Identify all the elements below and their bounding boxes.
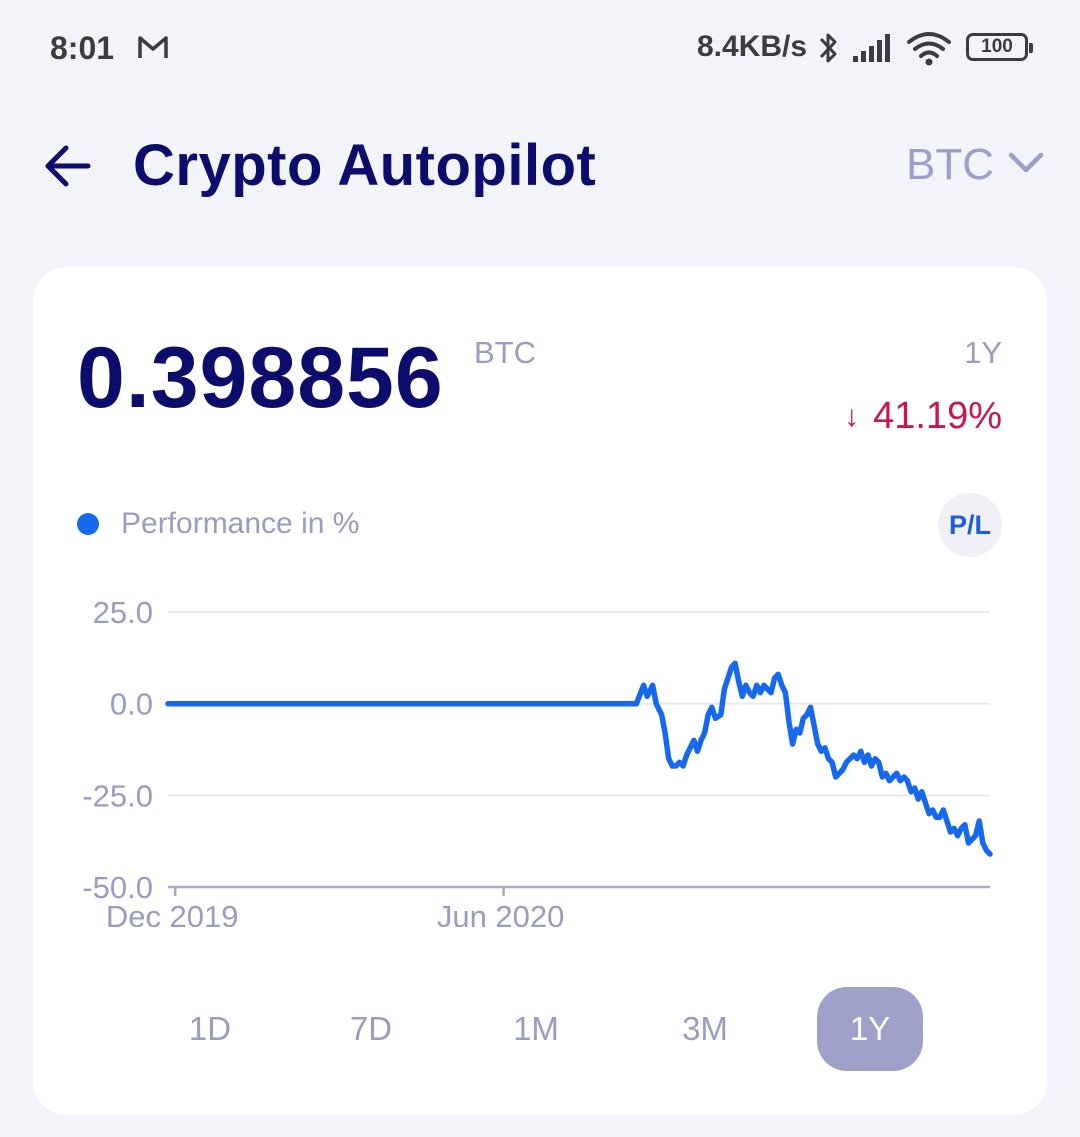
status-time: 8:01 <box>50 30 115 66</box>
bluetooth-icon <box>815 30 841 71</box>
portfolio-card: 0.398856 BTC 1Y ↓ 41.19% Performance in … <box>33 267 1047 1115</box>
performance-change: ↓ 41.19% <box>844 395 1002 438</box>
range-tab-1m[interactable]: 1M <box>483 987 589 1071</box>
pl-toggle-button[interactable]: P/L <box>938 493 1002 557</box>
chart-svg: 25.00.0-25.0-50.0Dec 2019 Jun 2020 <box>82 595 993 927</box>
status-bar: 8:01 8.4KB/s 100 <box>0 0 1080 96</box>
balance-unit: BTC <box>474 335 536 370</box>
change-percent: 41.19% <box>873 395 1002 437</box>
range-tab-7d[interactable]: 7D <box>318 987 424 1071</box>
legend-label: Performance in % <box>121 507 360 540</box>
x-tick-label: Jun 2020 <box>437 899 565 927</box>
currency-dropdown[interactable]: BTC <box>906 140 1044 190</box>
arrow-down-icon: ↓ <box>844 399 860 433</box>
legend-dot <box>77 513 99 535</box>
range-tab-1y[interactable]: 1Y <box>817 987 923 1071</box>
app-header: Crypto Autopilot BTC <box>0 110 1080 220</box>
signal-icon <box>852 34 894 67</box>
currency-value: BTC <box>906 140 994 189</box>
wifi-icon <box>906 30 952 71</box>
balance-value: 0.398856 <box>77 330 444 426</box>
performance-chart: 25.0 0.0 -25.0 -50.0 Dec 2019 Jun 2020 <box>33 567 1047 927</box>
battery-icon: 100 <box>966 33 1033 61</box>
range-tab-1d[interactable]: 1D <box>157 987 263 1071</box>
x-tick-label: Dec 2019 <box>106 899 239 927</box>
performance-line <box>165 660 993 857</box>
gmail-icon <box>137 34 169 65</box>
range-tabs: 1D 7D 1M 3M 1Y <box>33 985 1047 1075</box>
chevron-down-icon <box>1008 151 1044 180</box>
range-tab-3m[interactable]: 3M <box>652 987 758 1071</box>
y-tick-label: -25.0 <box>82 778 153 813</box>
page-title: Crypto Autopilot <box>133 133 597 198</box>
chart-legend: Performance in % <box>77 507 359 541</box>
y-tick-label: 25.0 <box>93 595 153 630</box>
back-button[interactable] <box>40 140 94 192</box>
period-label: 1Y <box>964 335 1002 370</box>
y-tick-label: 0.0 <box>110 687 153 722</box>
battery-level: 100 <box>981 36 1013 57</box>
arrow-left-icon <box>45 145 91 187</box>
network-speed: 8.4KB/s <box>697 30 808 63</box>
